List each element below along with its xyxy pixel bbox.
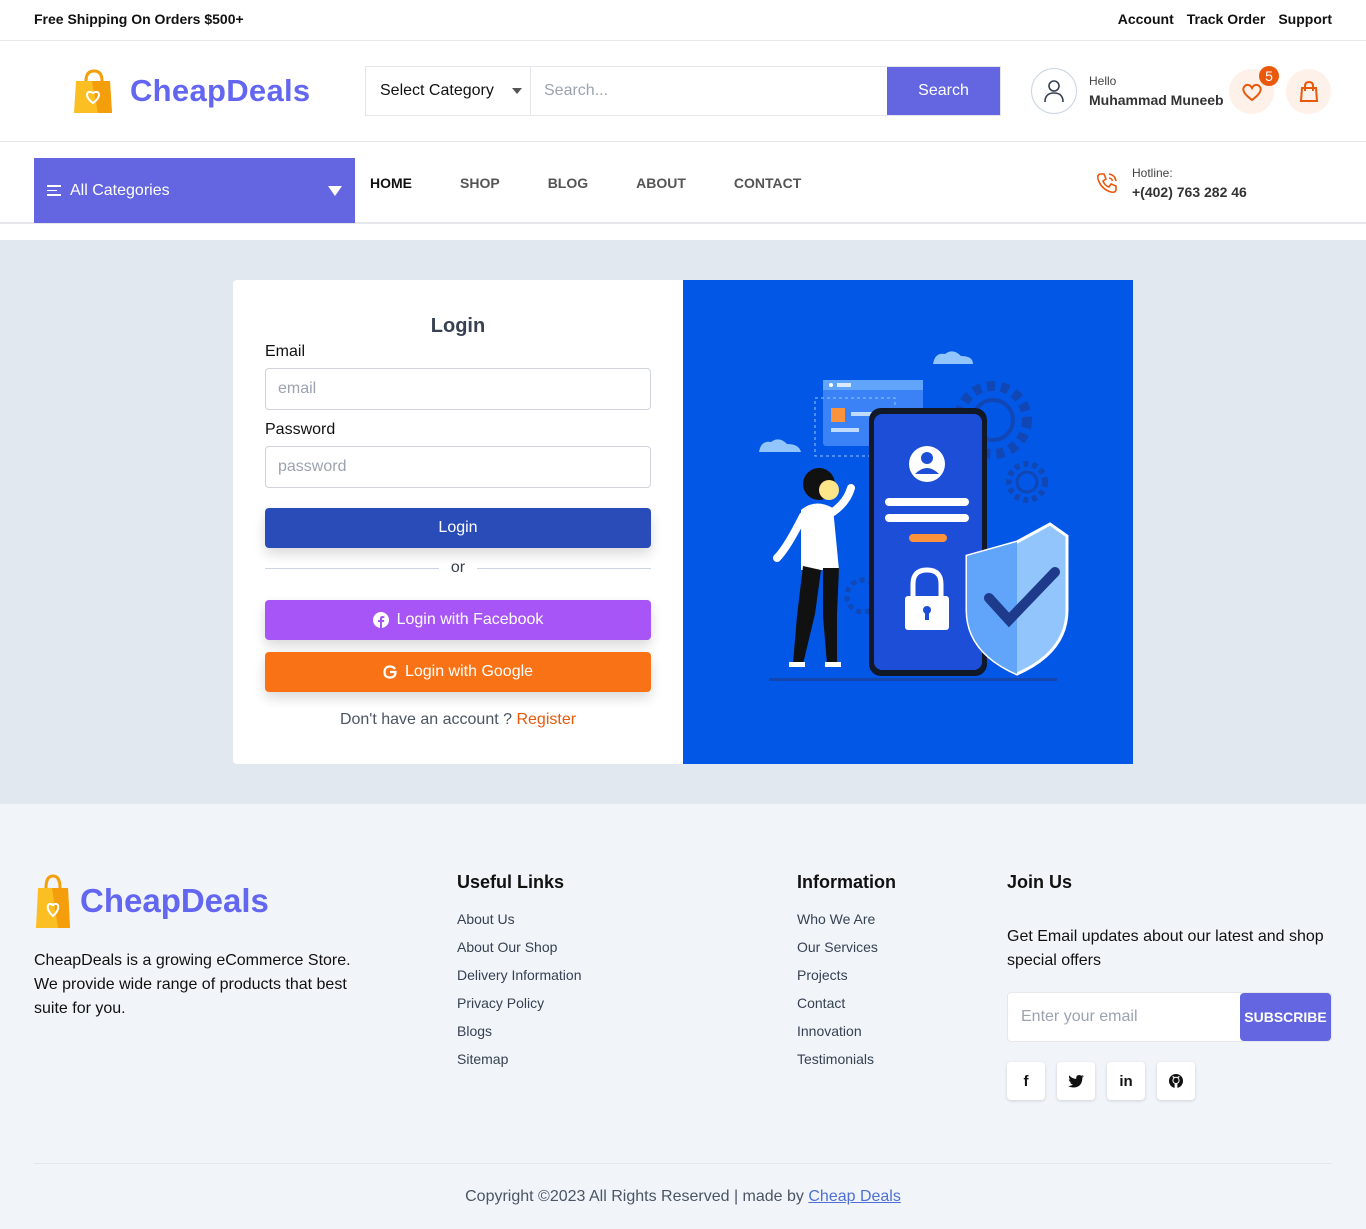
- footer-link-innovation[interactable]: Innovation: [797, 1017, 896, 1045]
- login-google-label: Login with Google: [404, 663, 534, 680]
- join-us-text: Get Email updates about our latest and s…: [1007, 928, 1324, 969]
- footer-link-privacy-policy[interactable]: Privacy Policy: [457, 989, 582, 1017]
- made-by-link[interactable]: Cheap Deals: [808, 1188, 901, 1205]
- login-facebook-label: Login with Facebook: [396, 611, 544, 628]
- linkedin-icon[interactable]: in: [1107, 1062, 1145, 1100]
- hotline: Hotline: +(402) 763 282 46: [1095, 166, 1247, 200]
- category-select[interactable]: Select Category: [366, 67, 531, 115]
- useful-links-column: Useful Links About Us About Our Shop Del…: [457, 872, 582, 1073]
- nav-item-shop[interactable]: SHOP: [460, 175, 500, 191]
- footer-brand-name: CheapDeals: [80, 882, 269, 919]
- wishlist-button[interactable]: 5: [1229, 66, 1279, 114]
- join-us-title: Join Us: [1007, 872, 1073, 892]
- nav-item-about[interactable]: ABOUT: [636, 175, 686, 191]
- main-nav: All Categories HOME SHOP BLOG ABOUT CONT…: [0, 142, 1366, 224]
- all-categories-button[interactable]: All Categories: [34, 158, 355, 223]
- footer-divider: [34, 1163, 1332, 1164]
- support-link[interactable]: Support: [1278, 11, 1332, 27]
- brand-name: CheapDeals: [130, 73, 311, 108]
- category-select-value: Select Category: [380, 82, 494, 99]
- shopping-bag-logo-icon: [74, 69, 112, 113]
- register-link[interactable]: Register: [516, 711, 576, 728]
- footer-link-contact[interactable]: Contact: [797, 989, 896, 1017]
- password-field[interactable]: [265, 446, 651, 488]
- security-illustration-graphic: [759, 351, 1069, 681]
- search-button[interactable]: Search: [887, 67, 1000, 115]
- search-input[interactable]: [531, 67, 887, 115]
- register-prompt: Don't have an account ? Register: [233, 711, 683, 729]
- footer-link-delivery-information[interactable]: Delivery Information: [457, 961, 582, 989]
- login-google-button[interactable]: Login with Google: [265, 652, 651, 692]
- newsletter-email-input[interactable]: [1008, 993, 1240, 1041]
- triangle-down-icon: [328, 186, 342, 196]
- nav-menu: HOME SHOP BLOG ABOUT CONTACT: [370, 175, 801, 191]
- top-bar: Free Shipping On Orders $500+ Account Tr…: [0, 0, 1366, 41]
- top-links: Account Track Order Support: [1118, 11, 1332, 27]
- facebook-icon: [372, 612, 389, 628]
- menu-lines-icon: [47, 182, 61, 199]
- user-avatar: [1031, 68, 1077, 114]
- github-icon[interactable]: [1157, 1062, 1195, 1100]
- join-us-column: Join Us Get Email updates about our late…: [1007, 872, 1333, 973]
- nav-item-home[interactable]: HOME: [370, 175, 412, 191]
- subscribe-button[interactable]: SUBSCRIBE: [1240, 993, 1331, 1041]
- secure-login-illustration: [683, 280, 1133, 764]
- twitter-icon[interactable]: [1057, 1062, 1095, 1100]
- facebook-icon[interactable]: f: [1007, 1062, 1045, 1100]
- user-account[interactable]: Hello Muhammad Muneeb: [1031, 68, 1224, 114]
- all-categories-label: All Categories: [70, 181, 170, 199]
- footer-link-projects[interactable]: Projects: [797, 961, 896, 989]
- header: CheapDeals Select Category Search Hello …: [0, 41, 1366, 142]
- footer-link-who-we-are[interactable]: Who We Are: [797, 905, 896, 933]
- login-card: Login Email Password Login or Login with…: [233, 280, 683, 764]
- shopping-bag-logo-icon: [36, 874, 70, 928]
- login-button[interactable]: Login: [265, 508, 651, 548]
- information-title: Information: [797, 872, 896, 892]
- track-order-link[interactable]: Track Order: [1187, 11, 1266, 27]
- free-shipping-text: Free Shipping On Orders $500+: [34, 11, 244, 27]
- greeting-text: Hello: [1089, 74, 1117, 88]
- footer-link-about-us[interactable]: About Us: [457, 905, 582, 933]
- email-label: Email: [265, 343, 306, 360]
- password-label: Password: [265, 421, 336, 438]
- login-facebook-button[interactable]: Login with Facebook: [265, 600, 651, 640]
- heart-icon: [1241, 83, 1262, 101]
- useful-links-title: Useful Links: [457, 872, 565, 892]
- footer-logo[interactable]: CheapDeals: [34, 872, 269, 930]
- email-field[interactable]: [265, 368, 651, 410]
- nav-item-blog[interactable]: BLOG: [548, 175, 588, 191]
- login-section: Login Email Password Login or Login with…: [0, 240, 1366, 804]
- hotline-label: Hotline:: [1132, 166, 1173, 180]
- logo[interactable]: CheapDeals: [70, 67, 310, 115]
- copyright: Copyright ©2023 All Rights Reserved | ma…: [0, 1188, 1366, 1206]
- wishlist-count-badge: 5: [1259, 66, 1279, 86]
- cart-button[interactable]: [1286, 69, 1331, 114]
- no-account-text: Don't have an account ?: [339, 711, 513, 728]
- newsletter-form: SUBSCRIBE: [1007, 992, 1332, 1042]
- footer-link-sitemap[interactable]: Sitemap: [457, 1045, 582, 1073]
- footer-link-our-services[interactable]: Our Services: [797, 933, 896, 961]
- nav-item-contact[interactable]: CONTACT: [734, 175, 801, 191]
- account-link[interactable]: Account: [1118, 11, 1174, 27]
- shopping-bag-icon: [1299, 80, 1318, 102]
- search-bar: Select Category Search: [365, 66, 1001, 116]
- footer-link-testimonials[interactable]: Testimonials: [797, 1045, 896, 1073]
- footer: CheapDeals CheapDeals is a growing eComm…: [0, 804, 1366, 1229]
- footer-link-blogs[interactable]: Blogs: [457, 1017, 582, 1045]
- hotline-number: +(402) 763 282 46: [1132, 184, 1247, 200]
- username-text: Muhammad Muneeb: [1089, 92, 1224, 108]
- footer-description: CheapDeals is a growing eCommerce Store.…: [34, 952, 351, 1017]
- phone-icon: [1096, 173, 1117, 194]
- social-links: f in: [1007, 1062, 1195, 1100]
- footer-link-about-our-shop[interactable]: About Our Shop: [457, 933, 582, 961]
- user-icon: [1044, 80, 1064, 103]
- caret-down-icon: [512, 88, 522, 94]
- login-title: Login: [430, 315, 486, 337]
- google-icon: [383, 665, 397, 679]
- information-column: Information Who We Are Our Services Proj…: [797, 872, 896, 1073]
- or-divider: or: [265, 558, 651, 578]
- copyright-text: Copyright ©2023 All Rights Reserved | ma…: [465, 1188, 804, 1205]
